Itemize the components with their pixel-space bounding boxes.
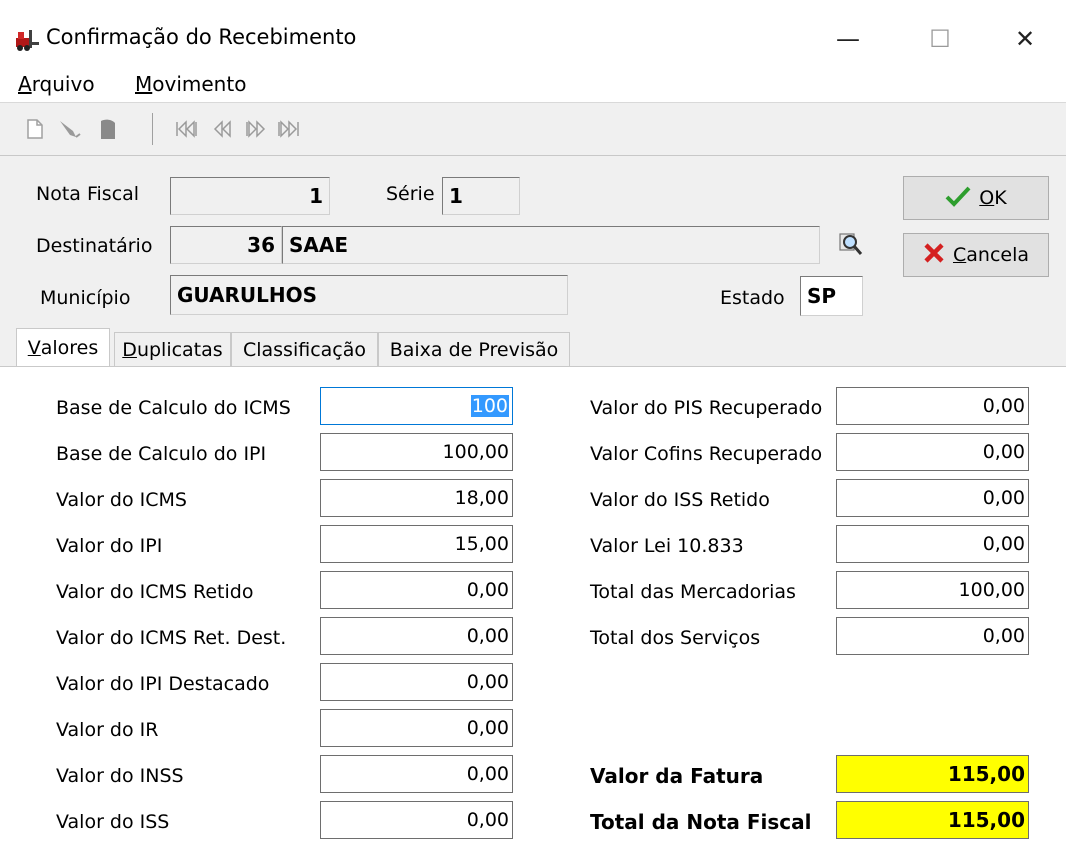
app-icon [14, 28, 40, 52]
total-servicos-label: Total dos Serviços [590, 627, 761, 649]
valor-ir-label: Valor do IR [56, 719, 159, 741]
valor-ipi-destacado-input[interactable]: 0,00 [320, 663, 513, 701]
toolbar-separator [152, 113, 153, 145]
valor-inss-input[interactable]: 0,00 [320, 755, 513, 793]
minimize-button[interactable]: — [818, 18, 878, 60]
ok-label: OK [979, 187, 1007, 209]
base-icms-label: Base de Calculo do ICMS [56, 397, 291, 419]
municipio-label: Município [40, 287, 131, 309]
lei-10833-input[interactable]: 0,00 [836, 525, 1029, 563]
edit-icon[interactable] [56, 117, 81, 141]
valor-icms-retido-label: Valor do ICMS Retido [56, 581, 254, 603]
first-record-icon[interactable] [174, 117, 198, 141]
cancel-x-icon [923, 242, 945, 269]
valor-icms-retido-input[interactable]: 0,00 [320, 571, 513, 609]
serie-field[interactable]: 1 [442, 177, 520, 215]
tab-valores[interactable]: Valores [16, 328, 110, 367]
estado-field[interactable]: SP [800, 276, 863, 316]
valor-ipi-label: Valor do IPI [56, 535, 163, 557]
delete-icon[interactable] [95, 117, 119, 141]
iss-retido-input[interactable]: 0,00 [836, 479, 1029, 517]
valor-ir-input[interactable]: 0,00 [320, 709, 513, 747]
base-icms-input[interactable]: 100 [320, 387, 513, 425]
destinatario-label: Destinatário [36, 235, 153, 257]
valor-fatura-label: Valor da Fatura [590, 764, 764, 788]
base-ipi-label: Base de Calculo do IPI [56, 443, 267, 465]
previous-record-icon[interactable] [210, 117, 234, 141]
pis-recuperado-label: Valor do PIS Recuperado [590, 397, 823, 419]
maximize-button[interactable]: ☐ [910, 18, 970, 60]
toolbar-separator-line [0, 155, 1066, 156]
iss-retido-label: Valor do ISS Retido [590, 489, 770, 511]
cofins-recuperado-input[interactable]: 0,00 [836, 433, 1029, 471]
new-icon[interactable] [24, 117, 48, 141]
valor-icms-ret-dest-input[interactable]: 0,00 [320, 617, 513, 655]
municipio-field[interactable]: GUARULHOS [170, 275, 568, 315]
valor-icms-input[interactable]: 18,00 [320, 479, 513, 517]
window-title: Confirmação do Recebimento [46, 25, 357, 49]
menu-arquivo[interactable]: Arquivo [18, 72, 95, 96]
tab-baixa-de-previsao[interactable]: Baixa de Previsão [378, 332, 570, 366]
cofins-recuperado-label: Valor Cofins Recuperado [590, 443, 823, 465]
menu-movimento[interactable]: Movimento [135, 72, 246, 96]
estado-label: Estado [720, 287, 785, 309]
ok-button[interactable]: OK [903, 176, 1049, 220]
valor-fatura-input[interactable]: 115,00 [836, 755, 1029, 793]
next-record-icon[interactable] [243, 117, 267, 141]
checkmark-icon [945, 185, 971, 212]
valor-iss-input[interactable]: 0,00 [320, 801, 513, 839]
serie-label: Série [386, 183, 435, 205]
search-icon[interactable] [836, 230, 864, 258]
total-servicos-input[interactable]: 0,00 [836, 617, 1029, 655]
nota-fiscal-field[interactable]: 1 [170, 177, 330, 215]
tab-duplicatas[interactable]: Duplicatas [114, 332, 231, 366]
total-mercadorias-input[interactable]: 100,00 [836, 571, 1029, 609]
total-nota-fiscal-label: Total da Nota Fiscal [590, 810, 812, 834]
tab-classificacao[interactable]: Classificação [231, 332, 378, 366]
valor-ipi-destacado-label: Valor do IPI Destacado [56, 673, 270, 695]
last-record-icon[interactable] [276, 117, 300, 141]
valor-iss-label: Valor do ISS [56, 811, 170, 833]
cancel-button[interactable]: Cancela [903, 233, 1049, 277]
valor-ipi-input[interactable]: 15,00 [320, 525, 513, 563]
close-button[interactable]: ✕ [995, 18, 1055, 60]
lei-10833-label: Valor Lei 10.833 [590, 535, 744, 557]
cancel-label: Cancela [952, 244, 1030, 266]
destinatario-name-field[interactable]: SAAE [282, 226, 820, 264]
base-ipi-input[interactable]: 100,00 [320, 433, 513, 471]
valor-inss-label: Valor do INSS [56, 765, 184, 787]
total-mercadorias-label: Total das Mercadorias [590, 581, 796, 603]
toolbar [0, 103, 1066, 155]
nota-fiscal-label: Nota Fiscal [36, 183, 140, 205]
destinatario-code-field[interactable]: 36 [170, 226, 282, 264]
pis-recuperado-input[interactable]: 0,00 [836, 387, 1029, 425]
total-nota-fiscal-input[interactable]: 115,00 [836, 801, 1029, 839]
valor-icms-ret-dest-label: Valor do ICMS Ret. Dest. [56, 627, 287, 649]
valor-icms-label: Valor do ICMS [56, 489, 187, 511]
